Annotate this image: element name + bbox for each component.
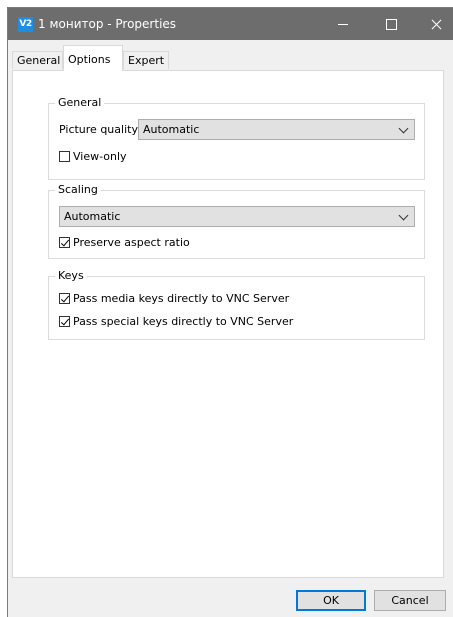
scaling-group: Scaling Automatic Preserve aspect ratio <box>48 183 425 259</box>
scaling-group-legend: Scaling <box>55 183 101 196</box>
options-panel: General Picture quality: Automatic View-… <box>12 70 444 578</box>
ok-button[interactable]: OK <box>296 590 366 611</box>
vnc-app-icon: V2 <box>18 17 33 32</box>
maximize-button[interactable] <box>368 8 414 40</box>
picture-quality-value: Automatic <box>143 123 200 136</box>
chevron-down-icon <box>398 123 409 134</box>
keys-group-legend: Keys <box>55 269 87 282</box>
tab-options[interactable]: Options <box>63 45 123 71</box>
view-only-checkbox[interactable] <box>59 151 70 162</box>
window-title: 1 монитор - Properties <box>38 17 177 31</box>
tab-general[interactable]: General <box>12 51 63 69</box>
chevron-down-icon <box>398 210 409 221</box>
general-group-legend: General <box>55 96 105 109</box>
media-keys-option[interactable]: Pass media keys directly to VNC Server <box>59 292 289 305</box>
view-only-label: View-only <box>73 150 127 163</box>
scaling-value: Automatic <box>64 210 121 223</box>
preserve-aspect-option[interactable]: Preserve aspect ratio <box>59 236 190 249</box>
special-keys-label: Pass special keys directly to VNC Server <box>73 315 294 328</box>
special-keys-checkbox[interactable] <box>59 316 70 327</box>
media-keys-checkbox[interactable] <box>59 293 70 304</box>
tab-expert[interactable]: Expert <box>123 51 169 69</box>
close-button[interactable] <box>414 8 453 40</box>
title-bar[interactable]: V2 1 монитор - Properties <box>8 8 453 40</box>
view-only-option[interactable]: View-only <box>59 150 127 163</box>
preserve-aspect-label: Preserve aspect ratio <box>73 236 190 249</box>
special-keys-option[interactable]: Pass special keys directly to VNC Server <box>59 315 293 328</box>
picture-quality-select[interactable]: Automatic <box>138 119 415 140</box>
preserve-aspect-checkbox[interactable] <box>59 237 70 248</box>
minimize-button[interactable] <box>320 8 366 40</box>
general-group: General Picture quality: Automatic View-… <box>48 96 425 180</box>
cancel-button[interactable]: Cancel <box>374 590 446 611</box>
picture-quality-label: Picture quality: <box>59 123 141 136</box>
media-keys-label: Pass media keys directly to VNC Server <box>73 292 290 305</box>
scaling-select[interactable]: Automatic <box>59 206 415 227</box>
keys-group: Keys Pass media keys directly to VNC Ser… <box>48 269 425 340</box>
